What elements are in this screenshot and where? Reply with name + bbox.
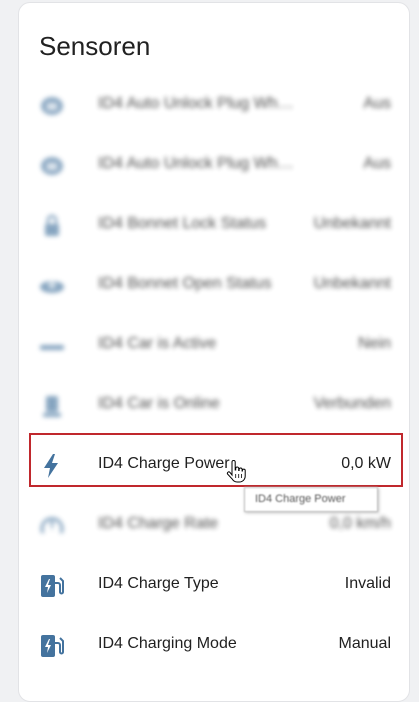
sensors-card: Sensoren ID4 Auto Unlock Plug When Ch...… [18,2,410,702]
sensor-value: Verbunden [313,395,391,412]
sensor-value: 0,0 kW [341,455,391,472]
tooltip: ID4 Charge Power [244,487,378,512]
sensor-row-car-active[interactable]: ID4 Car is Active Nein [19,315,409,375]
car-icon [40,345,64,350]
sensor-value: Unbekannt [313,275,391,292]
sensor-value: Aus [363,95,391,112]
sensor-row-auto-unlock-1[interactable]: ID4 Auto Unlock Plug When Ch... Aus [19,75,409,135]
sensor-name: ID4 Charge Power [98,455,230,472]
sensor-name: ID4 Charge Rate [98,515,219,532]
car-connected-icon [43,396,61,417]
sensor-row-charging-mode[interactable]: ID4 Charging Mode Manual [19,615,409,675]
sensor-name: ID4 Car is Active [98,335,217,352]
sensor-row-car-online[interactable]: ID4 Car is Online Verbunden [19,375,409,435]
sensor-value: Nein [358,335,391,352]
sensor-value: Aus [363,155,391,172]
sensor-name: ID4 Car is Online [98,395,220,412]
sensor-value: 0,0 km/h [329,515,391,532]
car-lock-icon [45,214,59,236]
sensor-value: Manual [338,635,391,652]
ev-station-icon [41,635,64,657]
car-door-icon [40,281,64,293]
sensor-name: ID4 Auto Unlock Plug When Ch... [98,155,298,172]
sensor-value: Unbekannt [313,215,391,232]
card-title: Sensoren [39,31,151,61]
sensor-name: ID4 Auto Unlock Plug When Ch... [98,95,298,112]
sync-lock-icon [41,157,63,175]
sensor-row-bonnet-open[interactable]: ID4 Bonnet Open Status Unbekannt [19,255,409,315]
sensor-name: ID4 Charge Type [98,575,219,592]
sensor-name: ID4 Bonnet Lock Status [98,215,267,232]
sensor-row-charge-power[interactable]: ID4 Charge Power 0,0 kW [19,435,409,495]
sync-lock-icon [41,97,63,115]
sensor-row-auto-unlock-2[interactable]: ID4 Auto Unlock Plug When Ch... Aus [19,135,409,195]
sensor-row-charge-type[interactable]: ID4 Charge Type Invalid [19,555,409,615]
sensor-value: Invalid [344,575,391,592]
ev-station-icon [41,575,64,597]
sensor-name: ID4 Bonnet Open Status [98,275,272,292]
hand-cursor-icon [226,460,246,483]
sensor-row-bonnet-lock[interactable]: ID4 Bonnet Lock Status Unbekannt [19,195,409,255]
flash-icon [44,454,58,478]
sensor-name: ID4 Charging Mode [98,635,237,652]
speedometer-icon [40,517,64,534]
